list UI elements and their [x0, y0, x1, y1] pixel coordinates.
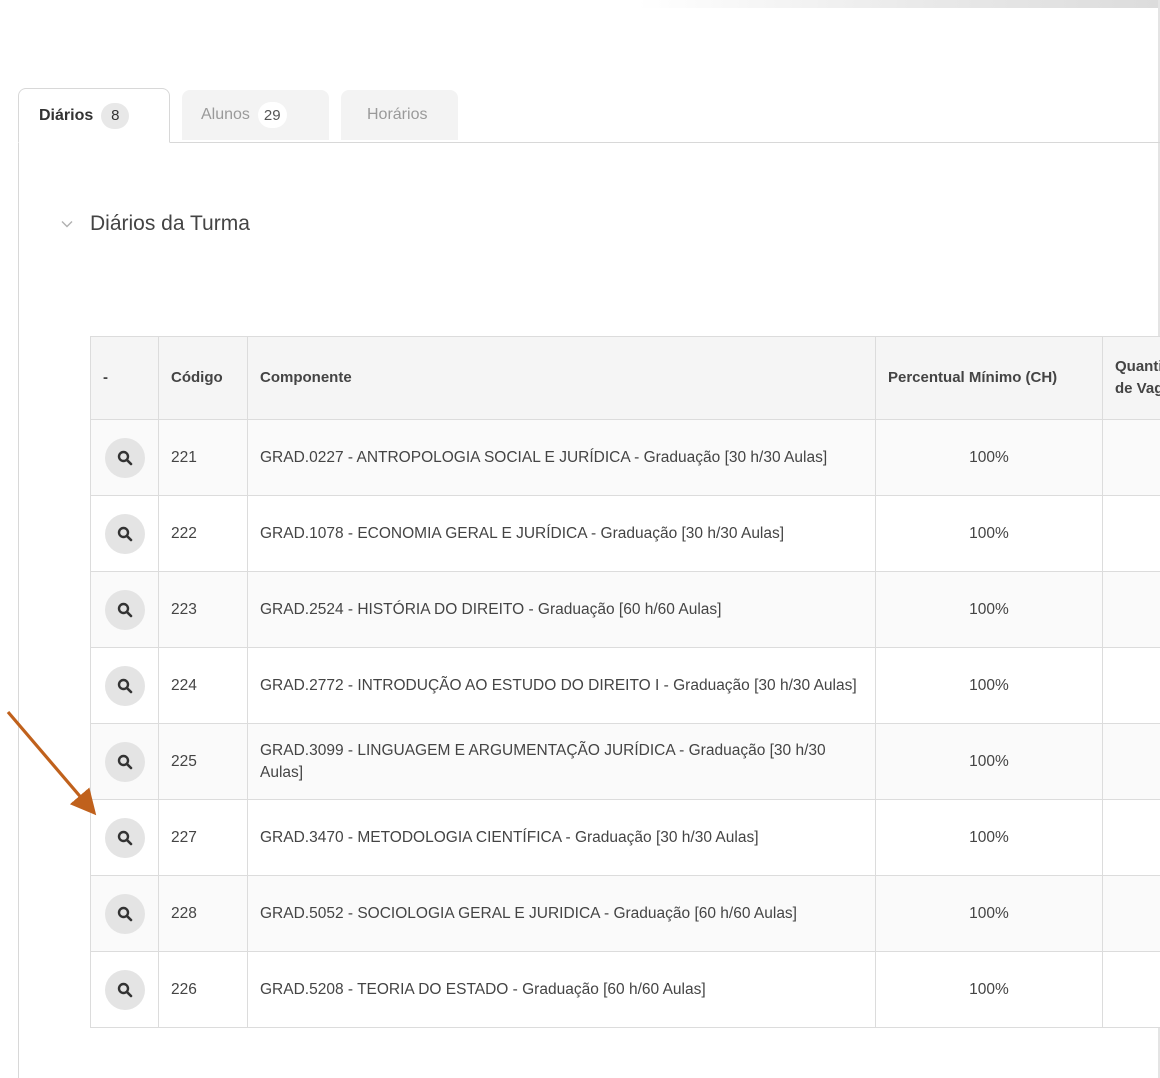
row-action-cell — [90, 799, 159, 876]
search-icon — [117, 526, 133, 542]
row-percent: 100% — [875, 495, 1103, 572]
row-code: 226 — [158, 951, 248, 1028]
search-icon — [117, 830, 133, 846]
row-quantity — [1102, 799, 1160, 876]
row-component: GRAD.5208 - TEORIA DO ESTADO - Graduação… — [247, 951, 876, 1028]
row-action-cell — [90, 723, 159, 800]
row-action-cell — [90, 875, 159, 952]
header-percent: Percentual Mínimo (CH) — [875, 336, 1103, 420]
table-row: 228 GRAD.5052 - SOCIOLOGIA GERAL E JURIDI… — [90, 875, 1160, 952]
row-quantity — [1102, 571, 1160, 648]
row-component: GRAD.3099 - LINGUAGEM E ARGUMENTAÇÃO JUR… — [247, 723, 876, 800]
row-component: GRAD.3470 - METODOLOGIA CIENTÍFICA - Gra… — [247, 799, 876, 876]
row-quantity — [1102, 723, 1160, 800]
header-quantity: Quantidade de Vagas — [1102, 336, 1160, 420]
row-action-cell — [90, 419, 159, 496]
top-bar — [0, 0, 1160, 8]
header-action: - — [90, 336, 159, 420]
row-quantity — [1102, 419, 1160, 496]
chevron-down-icon — [60, 217, 74, 231]
row-action-cell — [90, 571, 159, 648]
row-code: 221 — [158, 419, 248, 496]
view-diario-button[interactable] — [104, 589, 145, 630]
search-icon — [117, 602, 133, 618]
row-component: GRAD.2772 - INTRODUÇÃO AO ESTUDO DO DIRE… — [247, 647, 876, 724]
row-quantity — [1102, 647, 1160, 724]
row-percent: 100% — [875, 951, 1103, 1028]
table-row: 224 GRAD.2772 - INTRODUÇÃO AO ESTUDO DO D… — [90, 647, 1160, 724]
row-code: 224 — [158, 647, 248, 724]
diarios-table-container: - Código Componente Percentual Mínimo (C… — [90, 336, 1160, 1028]
row-component: GRAD.0227 - ANTROPOLOGIA SOCIAL E JURÍDI… — [247, 419, 876, 496]
table-header-row: - Código Componente Percentual Mínimo (C… — [90, 336, 1160, 420]
row-percent: 100% — [875, 419, 1103, 496]
row-code: 225 — [158, 723, 248, 800]
section-toggle[interactable]: Diários da Turma — [60, 208, 250, 240]
row-percent: 100% — [875, 647, 1103, 724]
view-diario-button[interactable] — [104, 665, 145, 706]
table-row: 223 GRAD.2524 - HISTÓRIA DO DIREITO - Gra… — [90, 571, 1160, 648]
row-code: 223 — [158, 571, 248, 648]
table-row: 222 GRAD.1078 - ECONOMIA GERAL E JURÍDICA… — [90, 495, 1160, 572]
tab-alunos-label: Alunos — [201, 106, 250, 123]
table-row: 227 GRAD.3470 - METODOLOGIA CIENTÍFICA - … — [90, 799, 1160, 876]
view-diario-button[interactable] — [104, 817, 145, 858]
view-diario-button[interactable] — [104, 437, 145, 478]
tab-alunos[interactable]: Alunos 29 — [182, 90, 329, 140]
tab-diarios-label: Diários — [39, 106, 94, 124]
row-quantity — [1102, 875, 1160, 952]
table-row: 221 GRAD.0227 - ANTROPOLOGIA SOCIAL E JUR… — [90, 419, 1160, 496]
row-code: 222 — [158, 495, 248, 572]
row-percent: 100% — [875, 799, 1103, 876]
search-icon — [117, 450, 133, 466]
tab-diarios-count: 8 — [101, 102, 130, 129]
view-diario-button[interactable] — [104, 969, 145, 1010]
row-component: GRAD.2524 - HISTÓRIA DO DIREITO - Gradua… — [247, 571, 876, 648]
row-percent: 100% — [875, 723, 1103, 800]
row-action-cell — [90, 951, 159, 1028]
search-icon — [117, 906, 133, 922]
row-percent: 100% — [875, 875, 1103, 952]
diarios-table: - Código Componente Percentual Mínimo (C… — [90, 336, 1160, 1028]
tab-diarios[interactable]: Diários 8 — [18, 88, 170, 143]
row-percent: 100% — [875, 571, 1103, 648]
table-row: 226 GRAD.5208 - TEORIA DO ESTADO - Gradua… — [90, 951, 1160, 1028]
header-component: Componente — [247, 336, 876, 420]
tab-horarios[interactable]: Horários — [341, 90, 458, 140]
row-action-cell — [90, 495, 159, 572]
view-diario-button[interactable] — [104, 741, 145, 782]
row-quantity — [1102, 951, 1160, 1028]
view-diario-button[interactable] — [104, 513, 145, 554]
section-title: Diários da Turma — [90, 212, 250, 235]
tab-horarios-label: Horários — [367, 106, 428, 123]
row-code: 227 — [158, 799, 248, 876]
row-component: GRAD.5052 - SOCIOLOGIA GERAL E JURIDICA … — [247, 875, 876, 952]
row-action-cell — [90, 647, 159, 724]
view-diario-button[interactable] — [104, 893, 145, 934]
header-code: Código — [158, 336, 248, 420]
table-row: 225 GRAD.3099 - LINGUAGEM E ARGUMENTAÇÃO … — [90, 723, 1160, 800]
row-code: 228 — [158, 875, 248, 952]
search-icon — [117, 678, 133, 694]
tab-alunos-count: 29 — [257, 102, 287, 128]
search-icon — [117, 982, 133, 998]
row-component: GRAD.1078 - ECONOMIA GERAL E JURÍDICA - … — [247, 495, 876, 572]
row-quantity — [1102, 495, 1160, 572]
search-icon — [117, 754, 133, 770]
